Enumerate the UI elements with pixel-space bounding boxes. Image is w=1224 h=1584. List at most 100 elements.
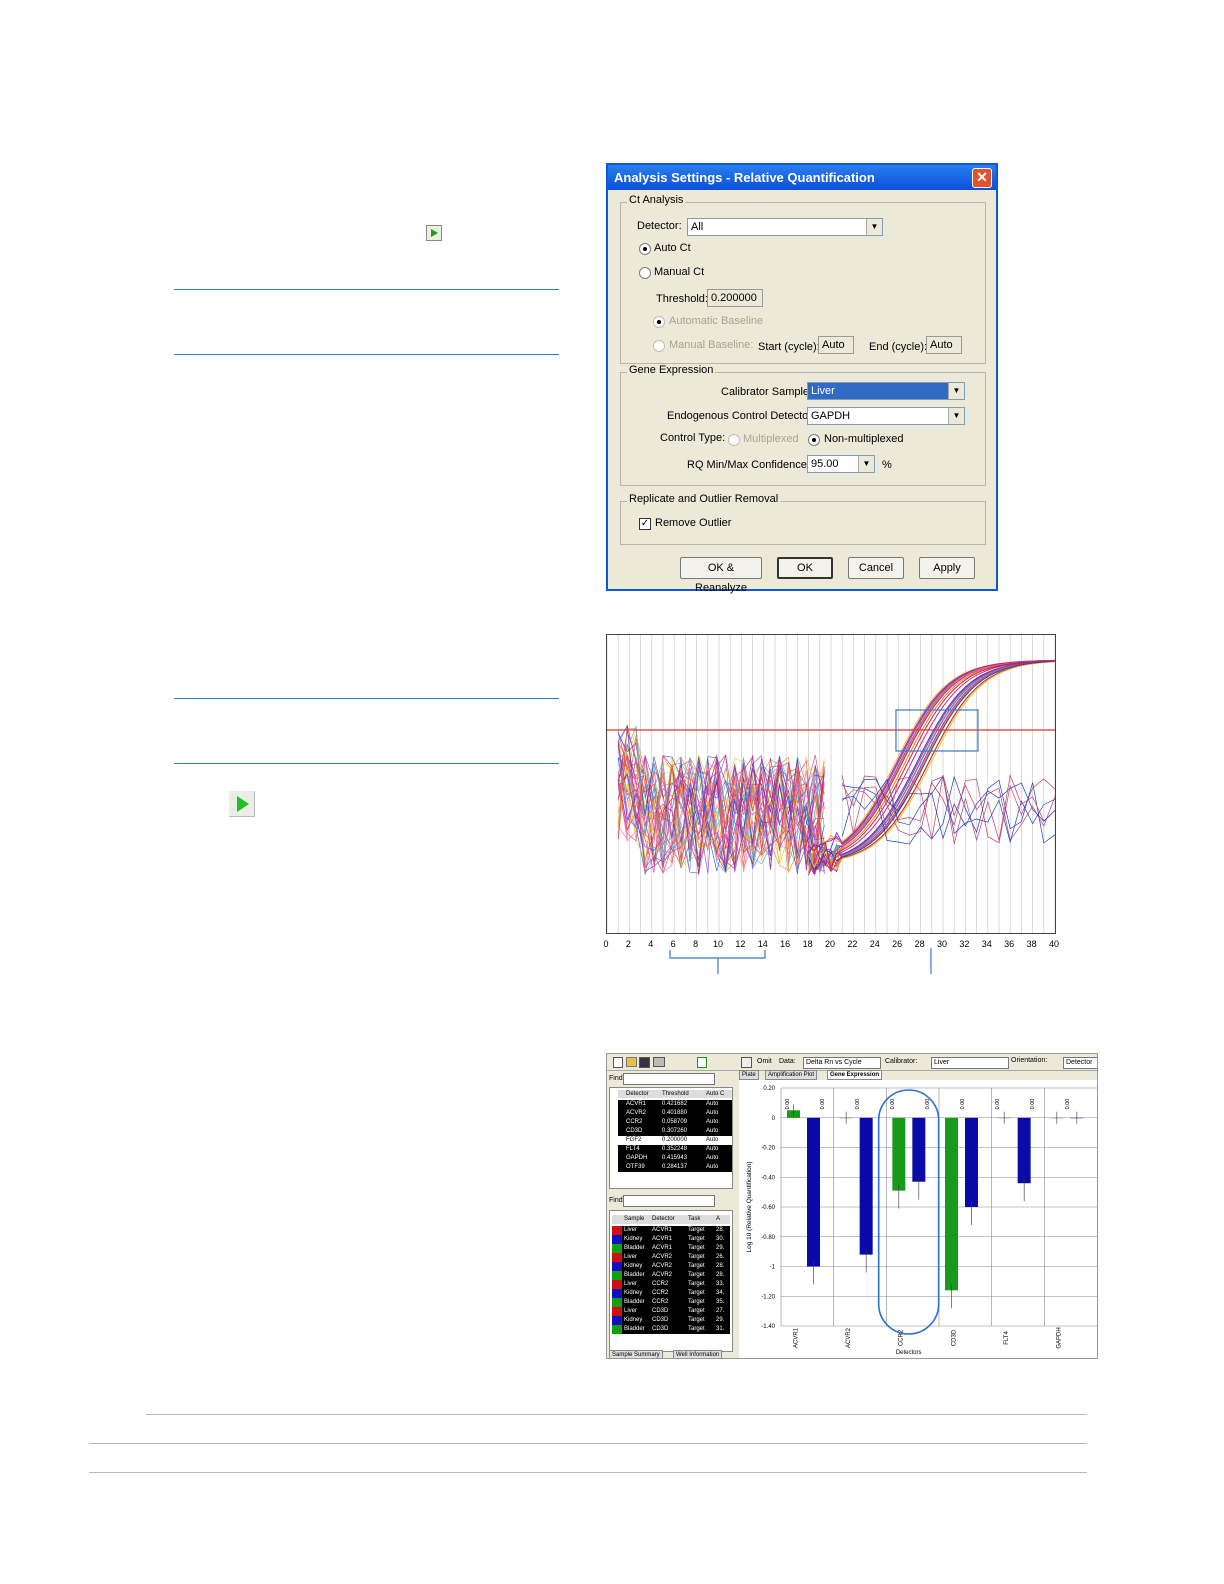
check-icon[interactable] [697,1057,707,1068]
table-cell: 26. [716,1254,725,1260]
threshold-input[interactable]: 0.200000 [707,289,763,307]
table-cell: ACVR1 [652,1227,673,1233]
analyze-icon[interactable] [426,225,442,241]
table-row[interactable]: Bladder CCR2 Target 35. [612,1298,730,1307]
analyze-icon[interactable] [741,1057,752,1068]
table-cell: 28. [716,1263,725,1269]
automatic-baseline-radio[interactable] [653,316,665,328]
table-row[interactable]: GAPDH 0.415943 Auto [618,1154,732,1163]
bar[interactable] [965,1117,978,1207]
table-row[interactable]: Liver CD3D Target 27. [612,1307,730,1316]
table-row[interactable]: Bladder ACVR1 Target 29. [612,1244,730,1253]
table-row[interactable]: ACVR1 0.421682 Auto [618,1100,732,1109]
save-icon[interactable] [639,1057,650,1068]
table-row[interactable]: Liver CCR2 Target 33. [612,1280,730,1289]
table-cell: Target [688,1272,705,1278]
color-swatch [612,1298,622,1307]
group-title: Ct Analysis [627,194,686,206]
detector-table: Detector Threshold Auto C ACVR1 0.421682 A… [609,1087,733,1189]
dialog-titlebar[interactable]: Analysis Settings - Relative Quantificat… [608,165,996,190]
table-cell: 0.058709 [662,1119,688,1125]
ok-reanalyze-button[interactable]: OK & Reanalyze [680,557,762,594]
data-label: 0.00 [1065,1099,1071,1110]
y-tick-label: -0.40 [761,1175,775,1181]
table-cell: 34. [716,1290,725,1296]
table-row[interactable]: Bladder CD3D Target 31. [612,1325,730,1334]
chevron-down-icon[interactable]: ▼ [948,408,964,424]
y-tick-label: -0.60 [761,1205,775,1211]
ok-button[interactable]: OK [777,557,833,579]
table-row[interactable]: CCR2 0.058709 Auto [618,1118,732,1127]
bar[interactable] [1017,1117,1031,1184]
percent-unit: % [882,459,892,471]
auto-ct-radio[interactable] [639,243,651,255]
tab-well-information[interactable]: Well Information [673,1350,723,1358]
table-row[interactable]: Kidney ACVR2 Target 28. [612,1262,730,1271]
table-row[interactable]: Liver ACVR1 Target 28. [612,1226,730,1235]
print-icon[interactable] [653,1057,665,1067]
tab-gene-expression[interactable]: Gene Expression [827,1070,883,1080]
apply-button[interactable]: Apply [919,557,975,579]
non-multiplexed-radio[interactable] [808,434,820,446]
orientation-select-value: Detector [1066,1059,1093,1066]
chevron-down-icon[interactable]: ▼ [948,383,964,399]
endogenous-control-select[interactable]: GAPDH ▼ [807,407,965,425]
bar[interactable] [912,1117,926,1182]
section-rule [174,763,559,764]
table-cell: CCR2 [652,1290,669,1296]
table-row[interactable]: Kidney CD3D Target 29. [612,1316,730,1325]
table-row[interactable]: Kidney CCR2 Target 34. [612,1289,730,1298]
bar[interactable] [892,1117,906,1191]
multiplexed-radio[interactable] [728,434,740,446]
detector-select[interactable]: All ▼ [687,218,883,236]
tab-amplification-plot[interactable]: Amplification Plot [765,1070,818,1080]
calibrator-select[interactable]: Liver [931,1057,1009,1069]
dialog-title: Analysis Settings - Relative Quantificat… [614,170,875,185]
group-title: Replicate and Outlier Removal [627,493,781,505]
table-cell: Target [688,1290,705,1296]
table-cell: Target [688,1317,705,1323]
table-row[interactable]: ACVR2 0.401880 Auto [618,1109,732,1118]
bar[interactable] [807,1117,820,1267]
remove-outlier-checkbox[interactable]: ✓ [639,518,651,530]
find-input[interactable] [623,1073,715,1085]
table-row[interactable]: FLT4 0.352248 Auto [618,1145,732,1154]
manual-baseline-radio[interactable] [653,340,665,352]
table-cell: 28. [716,1227,725,1233]
cancel-button[interactable]: Cancel [848,557,904,579]
tab-plate[interactable]: Plate [739,1070,759,1080]
table-row[interactable]: Bladder ACVR2 Target 28. [612,1271,730,1280]
manual-ct-radio[interactable] [639,267,651,279]
gene-expression-chart: 0.20 0 -0.20 -0.40 -0.60 -0.80 -1 -1.20 -1.40 Log… [739,1080,1097,1358]
end-cycle-input[interactable]: Auto [926,336,962,354]
color-swatch [612,1325,622,1334]
chevron-down-icon[interactable]: ▼ [858,456,874,472]
bar[interactable] [945,1117,958,1291]
chevron-down-icon[interactable]: ▼ [866,219,882,235]
find-input[interactable] [623,1195,715,1207]
table-row[interactable]: CD3D 0.307260 Auto [618,1127,732,1136]
table-row[interactable]: Kidney ACVR1 Target 30. [612,1235,730,1244]
table-cell: Bladder [624,1245,645,1251]
orientation-select[interactable]: Detector [1063,1057,1097,1069]
calibrator-label: Calibrator Sample [721,386,810,398]
bar[interactable] [859,1117,873,1255]
table-cell: 35. [716,1299,725,1305]
table-cell: CD3D [652,1326,669,1332]
open-icon[interactable] [626,1057,637,1067]
analyze-icon[interactable] [229,791,255,817]
table-cell: Target [688,1245,705,1251]
close-icon[interactable]: ✕ [972,168,992,188]
table-row[interactable]: OTF39 0.284137 Auto [618,1163,732,1172]
data-select[interactable]: Delta Rn vs Cycle [803,1057,881,1069]
table-row[interactable]: FGF2 0.200000 Auto [618,1136,732,1145]
start-cycle-input[interactable]: Auto [818,336,854,354]
table-row[interactable]: Liver ACVR2 Target 26. [612,1253,730,1262]
control-type-label: Control Type: [660,432,726,444]
rq-confidence-select[interactable]: 95.00 ▼ [807,455,875,473]
table-cell: 27. [716,1308,725,1314]
tab-sample-summary[interactable]: Sample Summary [609,1350,663,1358]
table-cell: CCR2 [652,1299,669,1305]
new-icon[interactable] [613,1057,623,1068]
calibrator-select[interactable]: Liver ▼ [807,382,965,400]
